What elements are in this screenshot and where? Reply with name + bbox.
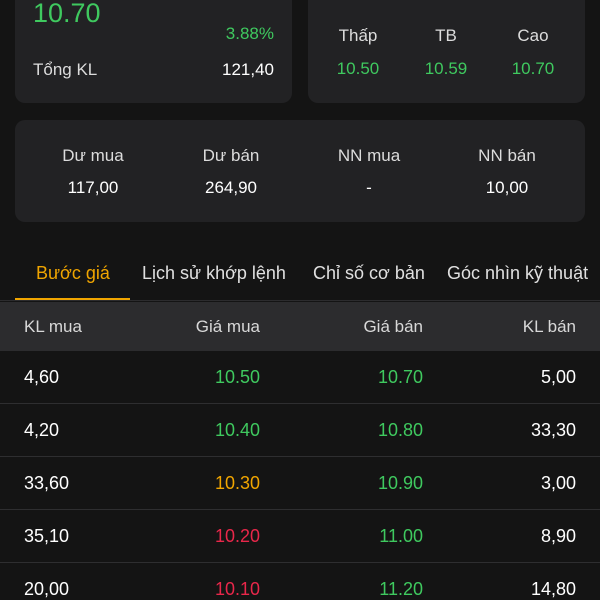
ask-price-cell: 11.00 bbox=[379, 526, 423, 546]
table-row: 4,60 10.50 10.70 5,00 bbox=[0, 351, 600, 404]
detail-tabs: Bước giá Lịch sử khớp lệnh Chỉ số cơ bản… bbox=[0, 253, 600, 301]
bid-price-cell: 10.20 bbox=[214, 526, 260, 546]
high-label: Cao bbox=[517, 26, 549, 45]
price-range-card: Thấp 10.50 TB 10.59 Cao 10.70 bbox=[308, 0, 585, 103]
bid-price-cell: 10.30 bbox=[214, 473, 260, 493]
average-label: TB bbox=[435, 26, 457, 45]
foreign-sell-label: NN bán bbox=[478, 146, 536, 165]
ask-surplus-label: Dư bán bbox=[202, 146, 260, 165]
high-stat: Cao 10.70 bbox=[493, 26, 573, 79]
ask-volume-cell: 33,30 bbox=[530, 420, 576, 440]
bid-volume-cell: 35,10 bbox=[24, 526, 70, 546]
ask-surplus: Dư bán 264,90 bbox=[161, 146, 301, 198]
foreign-sell: NN bán 10,00 bbox=[437, 146, 577, 198]
ask-surplus-value: 264,90 bbox=[205, 178, 257, 197]
bid-volume-cell: 4,60 bbox=[24, 367, 60, 387]
ask-price-cell: 10.90 bbox=[377, 473, 423, 493]
ask-volume-cell: 8,90 bbox=[540, 526, 576, 546]
bid-volume-cell: 20,00 bbox=[24, 579, 70, 599]
bid-price-cell: 10.50 bbox=[214, 367, 260, 387]
header-ask-volume: KL bán bbox=[522, 317, 576, 336]
total-volume-label: Tổng KL bbox=[33, 60, 98, 79]
low-value: 10.50 bbox=[336, 59, 380, 78]
total-volume-value: 121,40 bbox=[222, 60, 274, 79]
current-price: 10.70 bbox=[33, 0, 101, 28]
bid-price-cell: 10.10 bbox=[214, 579, 260, 599]
average-value: 10.59 bbox=[424, 59, 468, 78]
table-row: 4,20 10.40 10.80 33,30 bbox=[0, 404, 600, 457]
high-value: 10.70 bbox=[511, 59, 555, 78]
tab-fundamentals[interactable]: Chỉ số cơ bản bbox=[313, 263, 425, 284]
bid-price-cell: 10.40 bbox=[214, 420, 260, 440]
low-stat: Thấp 10.50 bbox=[318, 26, 398, 79]
bid-volume-cell: 4,20 bbox=[24, 420, 60, 440]
bid-surplus-value: 117,00 bbox=[67, 178, 119, 197]
bid-surplus-label: Dư mua bbox=[62, 146, 124, 165]
foreign-sell-value: 10,00 bbox=[485, 178, 529, 197]
foreign-buy-label: NN mua bbox=[337, 146, 401, 165]
header-ask-price: Giá bán bbox=[363, 317, 423, 336]
header-bid-volume: KL mua bbox=[24, 317, 82, 336]
table-row: 20,00 10.10 11.20 14,80 bbox=[0, 563, 600, 600]
ask-volume-cell: 5,00 bbox=[540, 367, 576, 387]
ask-volume-cell: 3,00 bbox=[540, 473, 576, 493]
active-tab-indicator bbox=[15, 298, 130, 300]
order-book-header: KL mua Giá mua Giá bán KL bán bbox=[0, 302, 600, 351]
ask-price-cell: 11.20 bbox=[379, 579, 423, 599]
price-summary-card: 10.70 3.88% Tổng KL 121,40 bbox=[15, 0, 292, 103]
ask-volume-cell: 14,80 bbox=[530, 579, 576, 599]
tab-price-steps[interactable]: Bước giá bbox=[36, 263, 110, 284]
tab-technical-view[interactable]: Góc nhìn kỹ thuật bbox=[447, 263, 588, 284]
table-row: 33,60 10.30 10.90 3,00 bbox=[0, 457, 600, 510]
header-bid-price: Giá mua bbox=[195, 317, 260, 336]
foreign-buy-value: - bbox=[366, 178, 372, 197]
change-percent: 3.88% bbox=[225, 24, 274, 43]
order-book-rows: 4,60 10.50 10.70 5,00 4,20 10.40 10.80 3… bbox=[0, 351, 600, 600]
tab-match-history[interactable]: Lịch sử khớp lệnh bbox=[142, 263, 286, 284]
bid-surplus: Dư mua 117,00 bbox=[23, 146, 163, 198]
ask-price-cell: 10.80 bbox=[377, 420, 423, 440]
ask-price-cell: 10.70 bbox=[377, 367, 423, 387]
table-row: 35,10 10.20 11.00 8,90 bbox=[0, 510, 600, 563]
order-summary-card: Dư mua 117,00 Dư bán 264,90 NN mua - NN … bbox=[15, 120, 585, 222]
average-stat: TB 10.59 bbox=[406, 26, 486, 79]
bid-volume-cell: 33,60 bbox=[24, 473, 70, 493]
foreign-buy: NN mua - bbox=[299, 146, 439, 198]
low-label: Thấp bbox=[338, 26, 378, 45]
